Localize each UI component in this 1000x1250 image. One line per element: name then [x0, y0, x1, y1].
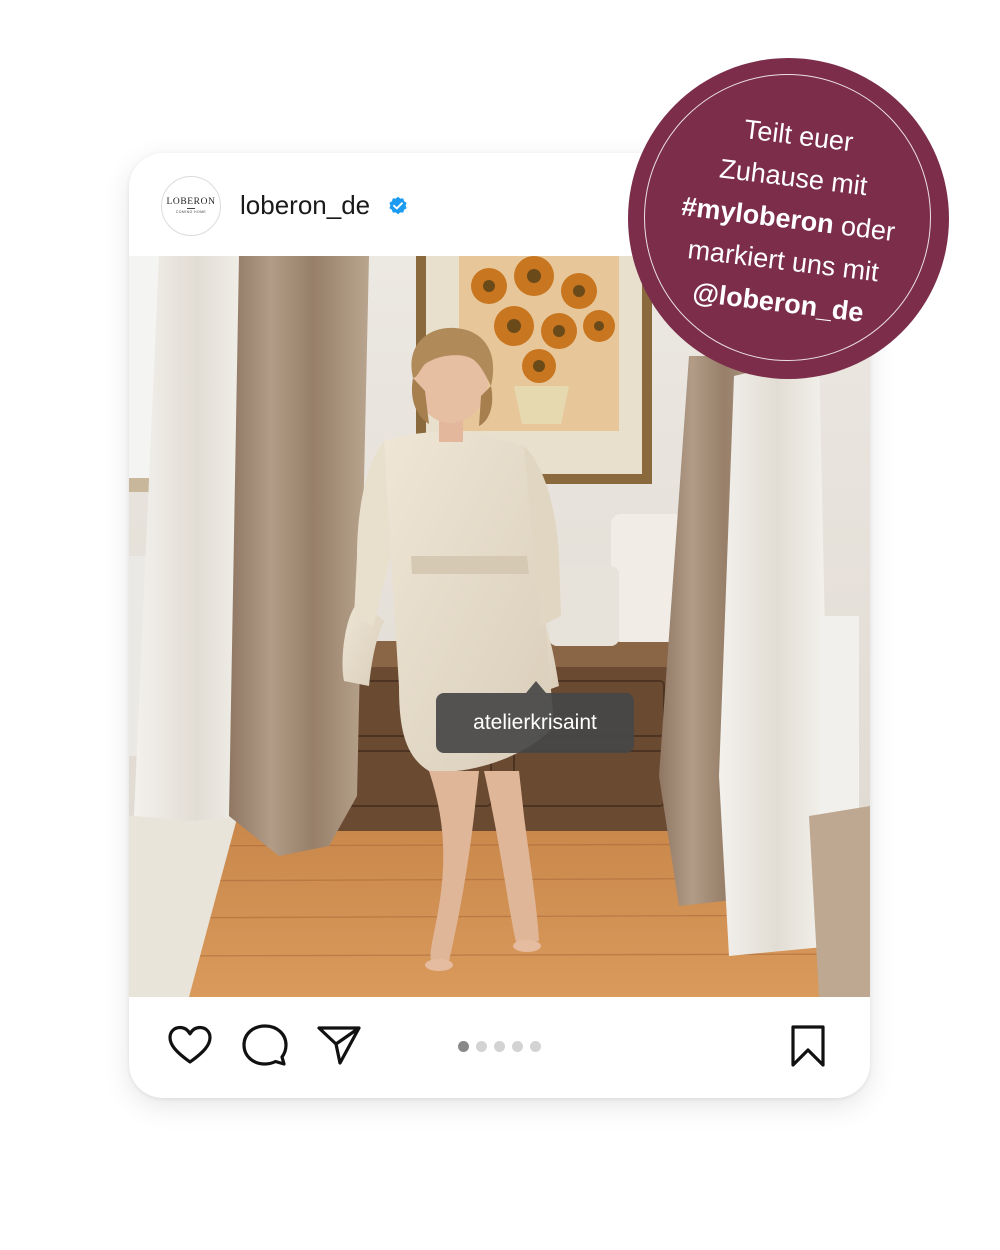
- avatar[interactable]: LOBERON COMING HOME: [161, 176, 221, 236]
- user-tag-label[interactable]: atelierkrisaint: [436, 681, 634, 753]
- post-username[interactable]: loberon_de: [240, 189, 370, 221]
- carousel-dot[interactable]: [512, 1041, 523, 1052]
- carousel-dot[interactable]: [494, 1041, 505, 1052]
- post-actions-bar: [129, 997, 870, 1098]
- comment-icon[interactable]: [242, 1023, 288, 1069]
- heart-icon[interactable]: [167, 1023, 213, 1069]
- verified-badge-icon: [389, 196, 407, 215]
- avatar-divider: [187, 208, 195, 209]
- carousel-dot[interactable]: [476, 1041, 487, 1052]
- send-icon[interactable]: [316, 1023, 362, 1069]
- carousel-dot[interactable]: [530, 1041, 541, 1052]
- carousel-dot-active[interactable]: [458, 1041, 469, 1052]
- carousel-indicator: [458, 1041, 541, 1052]
- bookmark-icon[interactable]: [785, 1023, 831, 1069]
- promo-stage: LOBERON COMING HOME loberon_de atelierkr…: [0, 0, 1000, 1250]
- badge-text-block: Teilt euer Zuhause mit #myloberon oder m…: [616, 95, 960, 343]
- avatar-brand-text: LOBERON: [166, 197, 216, 207]
- avatar-tagline-text: COMING HOME: [175, 210, 207, 214]
- hashtag-callout-badge: Teilt euer Zuhause mit #myloberon oder m…: [628, 58, 949, 379]
- badge-line-3-rest: oder: [831, 209, 897, 248]
